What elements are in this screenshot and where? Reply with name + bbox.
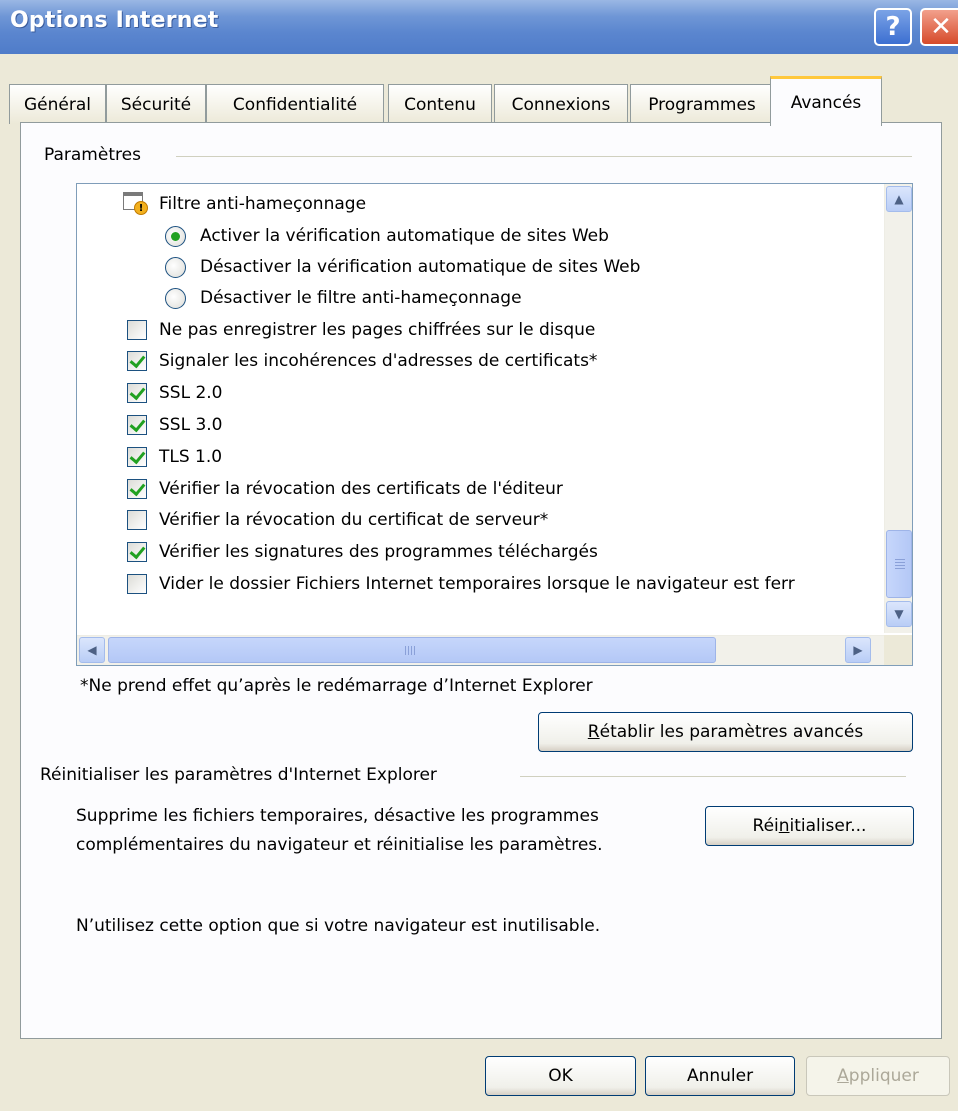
checkbox[interactable] [127, 415, 147, 435]
radio-disable-filter[interactable]: Désactiver le filtre anti-hameçonnage [165, 283, 522, 313]
tab-connexions[interactable]: Connexions [494, 84, 628, 124]
checkbox-label: Signaler les incohérences d'adresses de … [159, 351, 598, 371]
tab-confidentialite[interactable]: Confidentialité [206, 84, 384, 124]
advanced-settings-list[interactable]: ! Filtre anti-hameçonnage Activer la vér… [76, 183, 913, 666]
title-bar[interactable]: Options Internet ? ✕ [0, 0, 958, 54]
tab-programmes[interactable]: Programmes [630, 84, 774, 124]
checkbox-server-revocation[interactable]: Vérifier la révocation du certificat de … [127, 505, 548, 535]
checkbox-label: TLS 1.0 [159, 447, 223, 467]
reset-description-line2: complémentaires du navigateur et réiniti… [76, 835, 603, 855]
reset-button[interactable]: Réi n itialiser... [705, 806, 914, 846]
checkbox-publisher-revocation[interactable]: Vérifier la révocation des certificats d… [127, 474, 563, 504]
checkbox[interactable] [127, 479, 147, 499]
window-title: Options Internet [10, 8, 219, 33]
reset-description-line1: Supprime les fichiers temporaires, désac… [76, 806, 599, 826]
tab-avances[interactable]: Avancés [770, 76, 882, 126]
horizontal-scrollbar[interactable]: ◀ ▶ [77, 635, 885, 665]
horizontal-scrollbar-thumb[interactable] [108, 637, 716, 663]
checkbox[interactable] [127, 510, 147, 530]
chevron-down-icon: ▼ [894, 607, 904, 621]
close-icon: ✕ [930, 12, 952, 42]
checkbox-empty-temp-files[interactable]: Vider le dossier Fichiers Internet tempo… [127, 569, 795, 599]
radio-label: Désactiver le filtre anti-hameçonnage [200, 288, 522, 308]
restart-footnote: *Ne prend effet qu’après le redémarrage … [80, 676, 593, 696]
checkbox[interactable] [127, 351, 147, 371]
category-phishing-filter: ! Filtre anti-hameçonnage [123, 189, 366, 219]
scrollbar-thumb[interactable] [886, 530, 912, 598]
security-settings-icon: ! [123, 192, 148, 216]
scroll-down-button[interactable]: ▼ [886, 601, 912, 627]
checkbox-ssl3[interactable]: SSL 3.0 [127, 410, 223, 440]
checkbox-no-encrypted-pages[interactable]: Ne pas enregistrer les pages chiffrées s… [127, 315, 595, 345]
ok-button[interactable]: OK [485, 1056, 636, 1096]
reset-group-label: Réinitialiser les paramètres d'Internet … [40, 765, 447, 785]
checkbox-label: SSL 2.0 [159, 383, 223, 403]
scrollbar-corner [884, 635, 912, 665]
close-button[interactable]: ✕ [920, 8, 958, 46]
scroll-left-button[interactable]: ◀ [79, 637, 105, 663]
checkbox-label: Ne pas enregistrer les pages chiffrées s… [159, 320, 596, 340]
tab-securite[interactable]: Sécurité [106, 84, 206, 124]
tab-general[interactable]: Général [9, 84, 106, 124]
checkbox[interactable] [127, 574, 147, 594]
checkbox-label: Vérifier les signatures des programmes t… [159, 542, 598, 562]
checkbox-tls1[interactable]: TLS 1.0 [127, 442, 222, 472]
vertical-scrollbar[interactable]: ▲ ▼ [884, 184, 912, 633]
help-icon: ? [885, 12, 901, 42]
checkbox-label: Vérifier la révocation du certificat de … [159, 510, 549, 530]
help-button[interactable]: ? [874, 8, 912, 46]
restore-advanced-settings-button[interactable]: Rétablir les paramètres avancés [538, 712, 913, 752]
cancel-button[interactable]: Annuler [645, 1056, 795, 1096]
checkbox-ssl2[interactable]: SSL 2.0 [127, 378, 223, 408]
checkbox-cert-mismatch[interactable]: Signaler les incohérences d'adresses de … [127, 346, 597, 376]
apply-button[interactable]: Appliquer [806, 1056, 950, 1096]
radio-label: Désactiver la vérification automatique d… [200, 257, 641, 277]
chevron-up-icon: ▲ [894, 192, 904, 206]
radio-button[interactable] [165, 287, 186, 309]
reset-warning: N’utilisez cette option que si votre nav… [76, 916, 601, 936]
checkbox-label: Vérifier la révocation des certificats d… [159, 479, 563, 499]
checkbox-label: SSL 3.0 [159, 415, 223, 435]
radio-label: Activer la vérification automatique de s… [200, 226, 609, 246]
tab-contenu[interactable]: Contenu [388, 84, 492, 124]
scroll-up-button[interactable]: ▲ [886, 186, 912, 212]
chevron-right-icon: ▶ [853, 643, 863, 657]
group-divider [176, 156, 912, 157]
checkbox[interactable] [127, 320, 147, 340]
scroll-right-button[interactable]: ▶ [845, 637, 871, 663]
radio-button[interactable] [165, 256, 186, 278]
chevron-left-icon: ◀ [87, 643, 97, 657]
checkbox[interactable] [127, 383, 147, 403]
checkbox[interactable] [127, 447, 147, 467]
radio-disable-auto-check[interactable]: Désactiver la vérification automatique d… [165, 252, 640, 282]
category-label: Filtre anti-hameçonnage [159, 194, 367, 214]
radio-button[interactable] [165, 225, 186, 247]
settings-group-label: Paramètres [44, 145, 151, 165]
group-divider [520, 776, 906, 777]
checkbox-download-signatures[interactable]: Vérifier les signatures des programmes t… [127, 537, 598, 567]
radio-enable-auto-check[interactable]: Activer la vérification automatique de s… [165, 221, 609, 251]
checkbox-label: Vider le dossier Fichiers Internet tempo… [159, 574, 795, 594]
checkbox[interactable] [127, 542, 147, 562]
